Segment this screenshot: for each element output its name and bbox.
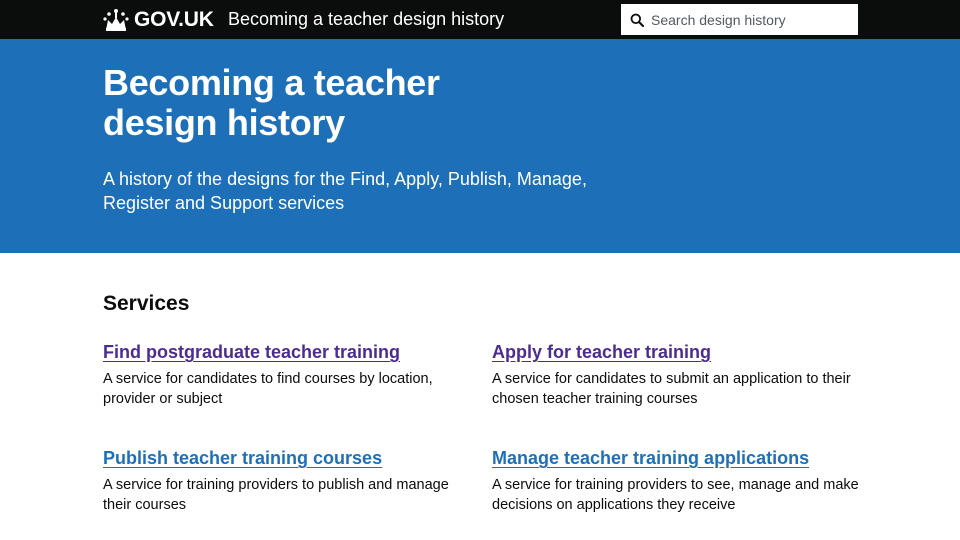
search-icon [630, 13, 644, 27]
services-heading: Services [103, 292, 190, 315]
site-header: GOV.UK Becoming a teacher design history [0, 0, 960, 39]
service-card-manage: Manage teacher training applications A s… [492, 447, 862, 515]
service-link-apply[interactable]: Apply for teacher training [492, 341, 862, 363]
service-description-find: A service for candidates to find courses… [103, 371, 433, 407]
service-description-manage: A service for training providers to see,… [492, 477, 859, 513]
search-input[interactable] [651, 11, 851, 28]
logo-text: GOV.UK [134, 8, 214, 31]
service-link-publish[interactable]: Publish teacher training courses [103, 447, 473, 469]
service-card-find: Find postgraduate teacher training A ser… [103, 341, 473, 409]
crown-icon [103, 9, 129, 31]
service-description-publish: A service for training providers to publ… [103, 477, 449, 513]
search-box[interactable] [621, 4, 858, 35]
hero-banner: Becoming a teacher design history A hist… [0, 39, 960, 253]
service-link-find[interactable]: Find postgraduate teacher training [103, 341, 473, 363]
service-link-manage[interactable]: Manage teacher training applications [492, 447, 862, 469]
govuk-logo-link[interactable]: GOV.UK [102, 6, 214, 34]
service-card-publish: Publish teacher training courses A servi… [103, 447, 473, 515]
page-title: Becoming a teacher design history [103, 62, 440, 143]
service-name-link[interactable]: Becoming a teacher design history [228, 9, 504, 30]
page-description: A history of the designs for the Find, A… [103, 169, 587, 213]
service-description-apply: A service for candidates to submit an ap… [492, 371, 851, 407]
service-card-apply: Apply for teacher training A service for… [492, 341, 862, 409]
